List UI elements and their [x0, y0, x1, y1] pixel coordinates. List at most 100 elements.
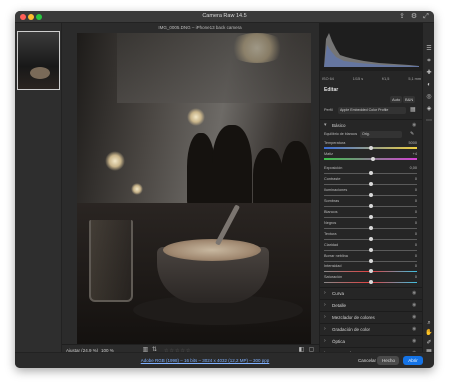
slider-label: Textura [324, 232, 337, 236]
slider-row: Exposición 0,00 [324, 166, 419, 177]
slider-row: Textura 0 [324, 232, 419, 243]
filmstrip [15, 23, 62, 352]
slider-label: Contraste [324, 177, 341, 181]
cancel-button[interactable]: Cancelar [353, 356, 376, 365]
auto-button[interactable]: Auto [390, 96, 403, 103]
eye-icon[interactable]: ◉ [412, 290, 416, 296]
slider-value[interactable]: 0 [415, 264, 417, 268]
slider-value[interactable]: 5000 [409, 141, 417, 145]
white-balance-row: Equilibrio de blancos Orig. ✎ [324, 131, 419, 139]
crop-icon[interactable]: ⌗ [425, 57, 433, 65]
chevron-right-icon: › [324, 290, 326, 296]
slider-row: Saturación 0 [324, 275, 419, 286]
hand-icon[interactable]: ✋ [425, 329, 433, 337]
presets-icon[interactable]: ◈ [425, 105, 433, 113]
slider-handle[interactable] [368, 259, 373, 263]
eyedropper-icon[interactable]: ✎ [410, 131, 414, 137]
slider-value[interactable]: 0 [415, 232, 417, 236]
chevron-right-icon: › [324, 326, 326, 332]
slider-label: Blancos [324, 210, 338, 214]
section-header[interactable]: › Óptica ◉ [320, 335, 423, 345]
slider-label: Temperatura [324, 141, 346, 145]
section-basic[interactable]: ▾ Básico ◉ [320, 119, 423, 129]
window-title: Camera Raw 14.5 [202, 13, 247, 19]
slider-row: Claridad 0 [324, 243, 419, 254]
profile-select[interactable]: Apple Embedded Color Profile [338, 107, 406, 114]
profile-browser-icon[interactable]: ▦ [410, 107, 416, 114]
slider-value[interactable]: 0 [415, 221, 417, 225]
slider-label: Borrar neblina [324, 254, 348, 258]
done-button[interactable]: Hecho [377, 356, 399, 365]
slider-handle[interactable] [368, 171, 373, 175]
slider-value[interactable]: +4 [413, 152, 417, 156]
workflow-options-link[interactable]: Adobe RGB (1998) – 16 bits – 3024 x 4032… [95, 358, 315, 363]
section-title: Mezclador de colores [332, 315, 375, 320]
slider-handle[interactable] [368, 269, 373, 273]
wb-select[interactable]: Orig. [360, 131, 402, 138]
open-button[interactable]: Abrir [403, 356, 423, 365]
bw-button[interactable]: B&N [403, 96, 416, 103]
upload-icon[interactable]: ⇪ [398, 13, 406, 21]
section-header[interactable]: › Mezclador de colores ◉ [320, 311, 423, 321]
slider-handle[interactable] [368, 182, 373, 186]
slider-row: Intensidad 0 [324, 264, 419, 275]
slider-label: Claridad [324, 243, 339, 247]
slider-value[interactable]: 0,00 [410, 166, 417, 170]
slider-label: Sombras [324, 199, 340, 203]
filmstrip-thumbnail[interactable] [17, 31, 60, 90]
slider-handle[interactable] [368, 237, 373, 241]
edit-heading: Editar [324, 87, 339, 93]
slider-handle[interactable] [368, 280, 373, 284]
image-preview[interactable] [77, 33, 311, 344]
tool-strip: ☰ ⌗ ✚ ◐ ◎ ◈ ⋯ ⌕ ✋ ✐ ▦ [422, 23, 434, 355]
camera-raw-window: Camera Raw 14.5 ⇪ ⚙ ⤢ IMG_0005.DNG – iPh… [15, 11, 434, 368]
bottom-bar: Adobe RGB (1998) – 16 bits – 3024 x 4032… [15, 352, 434, 368]
gear-icon[interactable]: ⚙ [410, 13, 418, 21]
slider-value[interactable]: 0 [415, 275, 417, 279]
adjustments-panel: ISO 64 1/15 s f/1,5 5,1 mm Editar Auto B… [319, 23, 423, 368]
slider-value[interactable]: 0 [415, 177, 417, 181]
eye-icon[interactable]: ◉ [412, 338, 416, 344]
eye-icon[interactable]: ◉ [412, 326, 416, 332]
chevron-down-icon: ▾ [324, 122, 327, 128]
chevron-right-icon: › [324, 302, 326, 308]
profile-row: Perfil Apple Embedded Color Profile ▦ [324, 107, 419, 115]
slider-label: Negros [324, 221, 337, 225]
section-header[interactable]: › Gradación de color ◉ [320, 323, 423, 333]
zoom-icon[interactable]: ⌕ [425, 319, 433, 327]
eye-icon[interactable]: ◉ [412, 122, 416, 128]
sampler-icon[interactable]: ✐ [425, 339, 433, 347]
slider-handle[interactable] [371, 157, 376, 161]
more-icon[interactable]: ⋯ [425, 117, 433, 125]
edit-actions: Auto B&N [324, 96, 419, 104]
slider-value[interactable]: 0 [415, 210, 417, 214]
slider-handle[interactable] [368, 215, 373, 219]
slider-label: Exposición [324, 166, 343, 170]
edit-icon[interactable]: ☰ [425, 45, 433, 53]
slider-handle[interactable] [368, 226, 373, 230]
slider-row: Temperatura 5000 [324, 141, 419, 152]
section-header[interactable]: › Curva ◉ [320, 287, 423, 297]
slider-handle[interactable] [368, 204, 373, 208]
slider-handle[interactable] [368, 193, 373, 197]
section-title: Curva [332, 291, 345, 296]
section-header[interactable]: › Detalle ◉ [320, 299, 423, 309]
slider-handle[interactable] [368, 146, 373, 150]
mask-icon[interactable]: ◐ [425, 81, 433, 89]
slider-value[interactable]: 0 [415, 188, 417, 192]
slider-handle[interactable] [368, 248, 373, 252]
slider-label: Matiz [324, 152, 334, 156]
expand-icon[interactable]: ⤢ [422, 13, 430, 21]
section-title: Gradación de color [332, 327, 371, 332]
redeye-icon[interactable]: ◎ [425, 93, 433, 101]
slider-value[interactable]: 0 [415, 199, 417, 203]
eye-icon[interactable]: ◉ [412, 302, 416, 308]
slider-label: Intensidad [324, 264, 342, 268]
chevron-right-icon: › [324, 314, 326, 320]
heal-icon[interactable]: ✚ [425, 69, 433, 77]
slider-row: Negros 0 [324, 221, 419, 232]
eye-icon[interactable]: ◉ [412, 314, 416, 320]
histogram [320, 23, 423, 71]
slider-value[interactable]: 0 [415, 243, 417, 247]
slider-value[interactable]: 0 [415, 254, 417, 258]
